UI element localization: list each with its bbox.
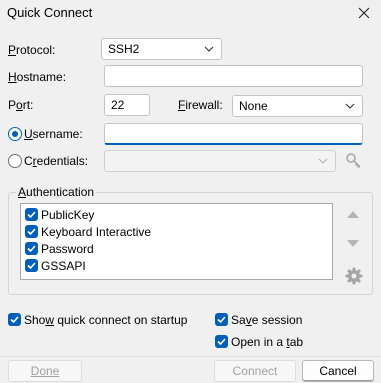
close-button[interactable]	[353, 2, 375, 24]
checkmark-icon	[27, 211, 36, 219]
firewall-label: Firewall:	[178, 98, 223, 112]
divider	[0, 356, 381, 357]
connect-button[interactable]: Connect	[214, 360, 296, 382]
authentication-title-rest: uthentication	[26, 185, 95, 199]
connect-label: Connect	[232, 364, 278, 378]
protocol-label: Protocol:	[8, 43, 56, 57]
keyboard-interactive-label: Keyboard Interactive	[41, 225, 152, 239]
username-input[interactable]	[104, 123, 363, 145]
open-in-tab-label[interactable]: Open in a tab	[231, 335, 303, 349]
save-session-label[interactable]: Save session	[231, 313, 302, 327]
chevron-down-icon	[345, 103, 355, 109]
keyboard-interactive-checkbox[interactable]	[25, 225, 38, 238]
cancel-button[interactable]: Cancel	[302, 360, 374, 382]
open-in-tab-checkbox[interactable]	[215, 335, 228, 348]
credentials-label[interactable]: Credentials:	[24, 154, 88, 168]
arrow-down-icon	[347, 240, 359, 247]
checkmark-icon	[217, 338, 226, 346]
move-down-button[interactable]	[344, 234, 362, 252]
checkmark-icon	[10, 316, 19, 324]
done-label: Done	[30, 364, 60, 378]
checkmark-icon	[27, 245, 36, 253]
credentials-manage-button[interactable]	[344, 151, 364, 171]
checkmark-icon	[27, 228, 36, 236]
chevron-down-icon	[318, 158, 328, 164]
key-icon	[346, 153, 361, 169]
auth-properties-button[interactable]	[344, 266, 364, 286]
title-bar: Quick Connect	[0, 0, 381, 26]
password-checkbox[interactable]	[25, 242, 38, 255]
window-title: Quick Connect	[7, 5, 93, 20]
protocol-label-rest: rotocol:	[16, 43, 56, 57]
gear-icon	[345, 267, 363, 285]
show-on-startup-label[interactable]: Show quick connect on startup	[24, 313, 187, 327]
protocol-select[interactable]: SSH2	[101, 38, 222, 60]
password-label: Password	[41, 242, 94, 256]
protocol-value: SSH2	[108, 42, 140, 56]
hostname-label: Hostname:	[8, 70, 67, 84]
publickey-checkbox[interactable]	[25, 208, 38, 221]
cancel-label: Cancel	[319, 364, 357, 378]
username-radio[interactable]	[8, 127, 22, 141]
gssapi-checkbox[interactable]	[25, 259, 38, 272]
close-icon	[358, 7, 370, 19]
firewall-select[interactable]: None	[232, 95, 363, 117]
checkmark-icon	[27, 262, 36, 270]
checkmark-icon	[217, 316, 226, 324]
firewall-value: None	[239, 99, 268, 113]
credentials-select[interactable]	[104, 150, 336, 172]
save-session-checkbox[interactable]	[215, 313, 228, 326]
hostname-input[interactable]	[104, 65, 363, 87]
show-on-startup-checkbox[interactable]	[8, 313, 21, 326]
chevron-down-icon	[204, 46, 214, 52]
port-input[interactable]: 22	[104, 94, 150, 116]
move-up-button[interactable]	[344, 206, 362, 224]
done-button[interactable]: Done	[8, 360, 82, 382]
credentials-radio[interactable]	[8, 154, 22, 168]
username-label[interactable]: Username:	[24, 127, 83, 141]
port-label: Port:	[8, 98, 34, 112]
authentication-list[interactable]: PublicKey Keyboard Interactive Password …	[20, 203, 333, 280]
gssapi-label: GSSAPI	[41, 259, 86, 273]
publickey-label: PublicKey	[41, 208, 95, 222]
arrow-up-icon	[347, 211, 359, 218]
authentication-title: Authentication	[16, 185, 97, 199]
